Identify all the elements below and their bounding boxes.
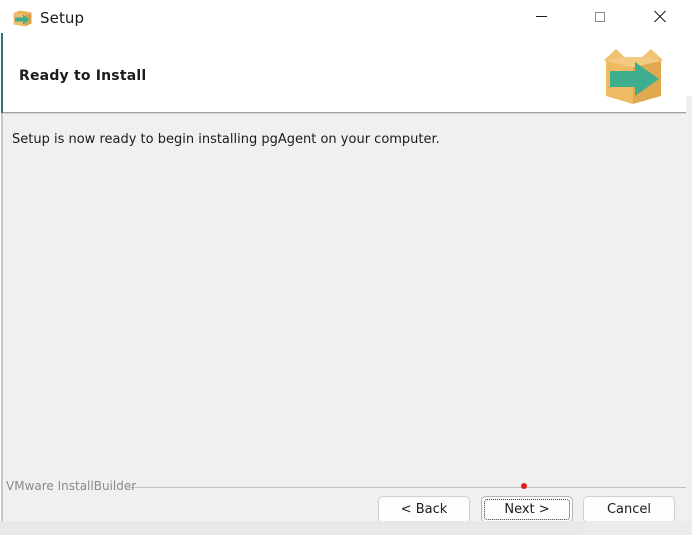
window-right-edge-sliver: [686, 96, 692, 521]
window-title: Setup: [40, 9, 85, 27]
setup-window: Setup Ready to Install Setup is now read…: [0, 0, 692, 535]
window-titlebar: Setup: [0, 0, 692, 37]
cursor-marker-dot: [521, 483, 527, 489]
minimize-icon: [535, 16, 547, 17]
maximize-icon: [595, 11, 605, 22]
next-button-label: Next >: [504, 502, 550, 517]
back-button[interactable]: < Back: [378, 496, 470, 523]
window-bottom-edge-sliver: [0, 521, 692, 535]
minimize-button[interactable]: [518, 0, 564, 33]
screenshot-root: Setup Ready to Install Setup is now read…: [0, 0, 692, 535]
footer-divider: [127, 487, 690, 488]
next-button[interactable]: Next >: [481, 496, 573, 523]
maximize-button[interactable]: [577, 0, 623, 33]
close-icon: [653, 10, 666, 23]
cancel-button[interactable]: Cancel: [583, 496, 675, 523]
install-ready-message: Setup is now ready to begin installing p…: [12, 132, 440, 147]
page-title: Ready to Install: [19, 68, 147, 84]
setup-box-arrow-icon: [12, 8, 33, 29]
wizard-content-panel: Setup is now ready to begin installing p…: [3, 114, 686, 521]
installbuilder-box-arrow-logo: [597, 38, 669, 110]
close-button[interactable]: [636, 0, 682, 33]
installbuilder-brand-label: VMware InstallBuilder: [6, 479, 137, 493]
wizard-header: Ready to Install: [3, 34, 691, 113]
